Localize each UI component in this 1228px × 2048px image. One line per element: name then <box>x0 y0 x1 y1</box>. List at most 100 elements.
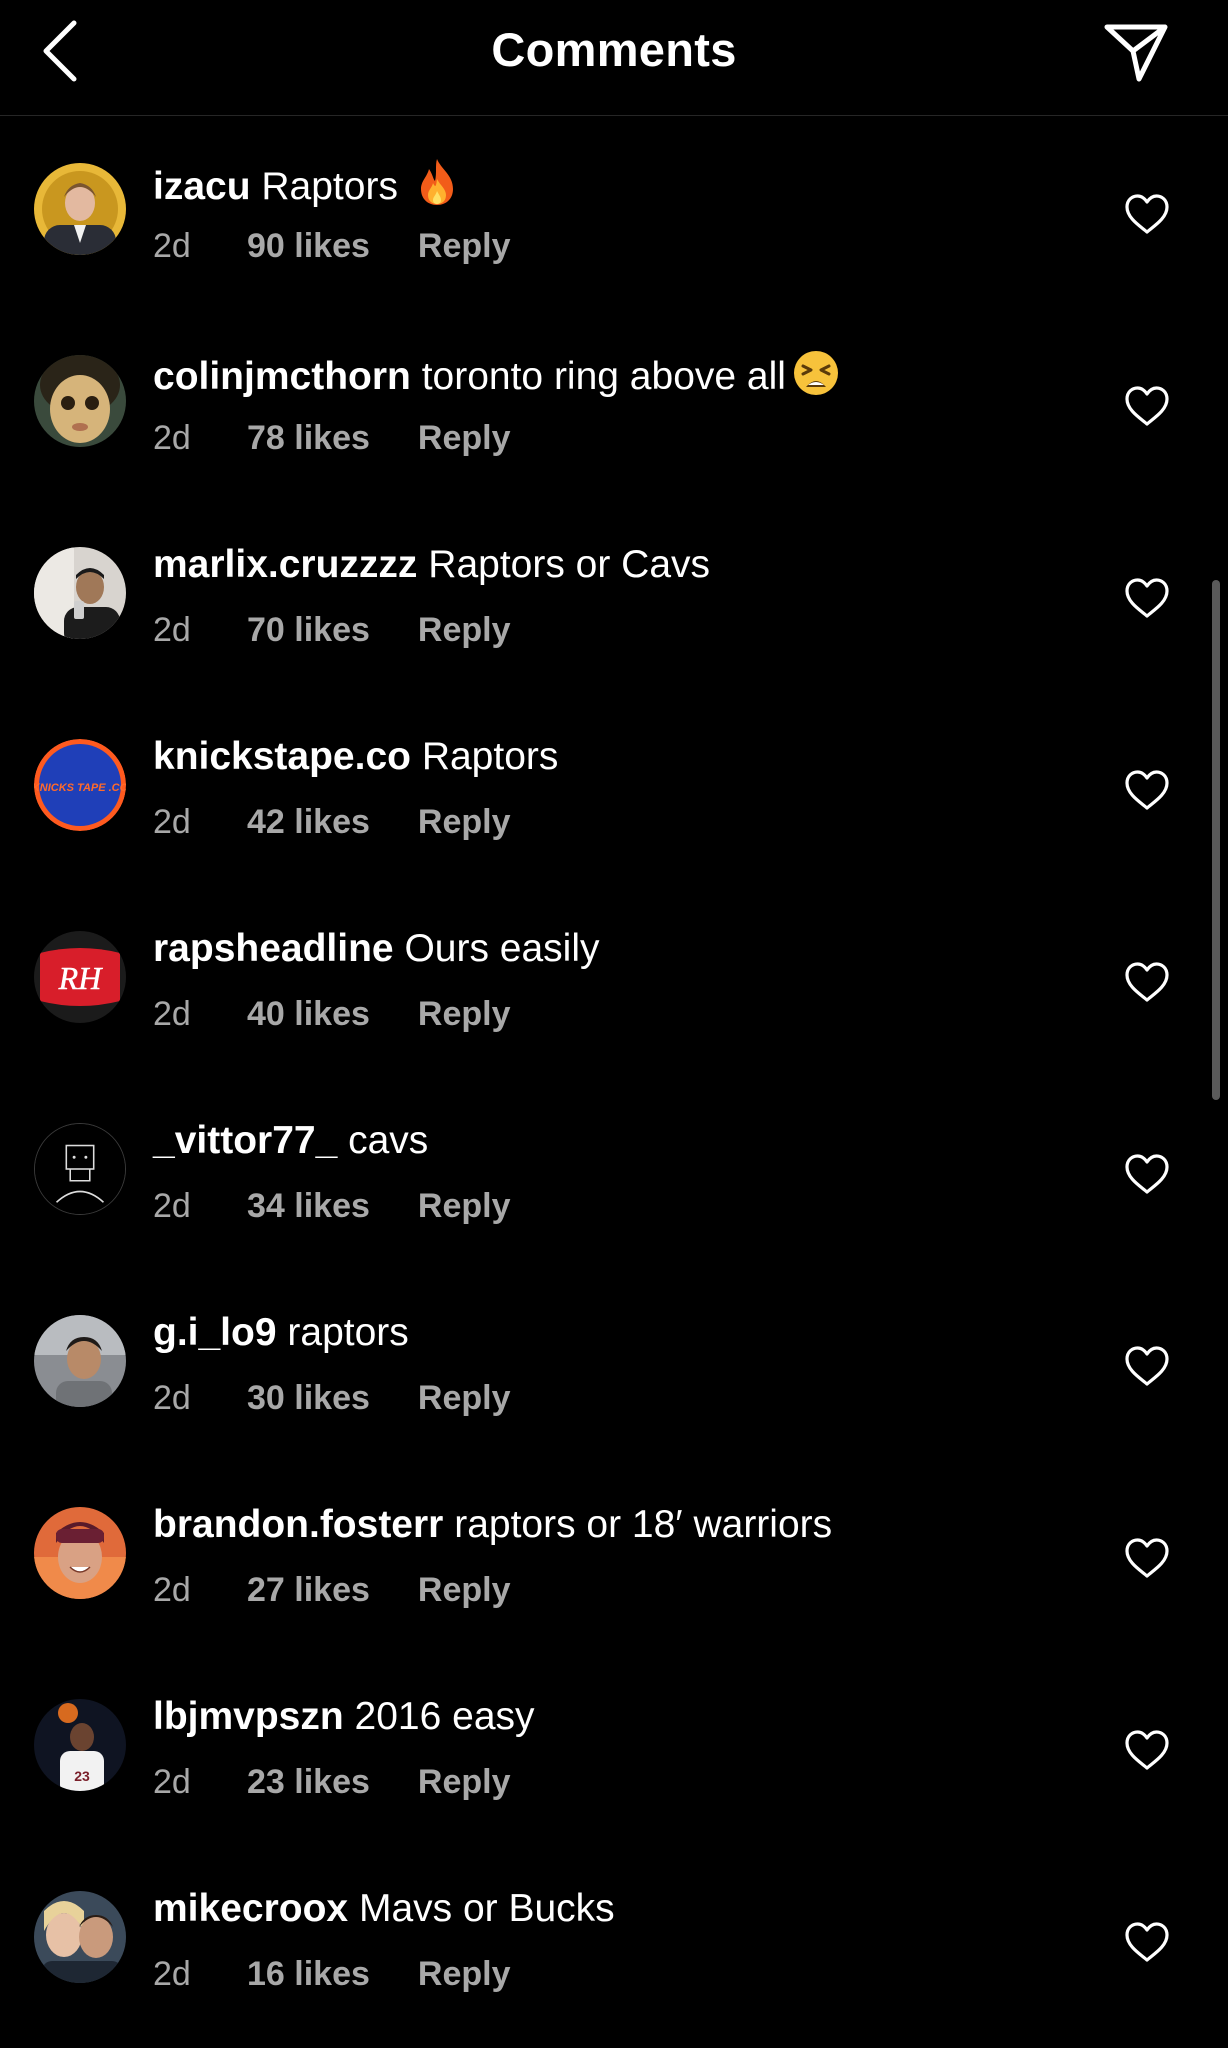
comment-body: raptors <box>287 1311 409 1354</box>
avatar[interactable]: KNICKS TAPE .CO <box>34 739 126 831</box>
reply-button[interactable]: Reply <box>418 994 511 1034</box>
avatar[interactable]: 23 <box>34 1699 126 1791</box>
comment-meta: 2d 42 likes Reply <box>153 802 510 842</box>
comment-username[interactable]: marlix.cruzzzz <box>153 543 417 586</box>
comment-likes[interactable]: 78 likes <box>247 418 370 458</box>
comment-time: 2d <box>153 1379 191 1417</box>
avatar-jersey-number: 23 <box>74 1768 90 1784</box>
comment-likes[interactable]: 27 likes <box>247 1570 370 1610</box>
heart-icon[interactable] <box>1124 1729 1170 1771</box>
avatar[interactable] <box>34 1507 126 1599</box>
comment-row: KNICKS TAPE .CO knickstape.co Raptors 2d… <box>0 692 1228 884</box>
heart-icon[interactable] <box>1124 769 1170 811</box>
reply-button[interactable]: Reply <box>418 802 511 842</box>
comment-row: izacu Raptors 2d 90 likes Reply <box>0 116 1228 308</box>
comment-meta: 2d 27 likes Reply <box>153 1570 510 1610</box>
comment-time: 2d <box>153 995 191 1033</box>
reply-button[interactable]: Reply <box>418 1378 511 1418</box>
heart-icon[interactable] <box>1124 577 1170 619</box>
comment-username[interactable]: knickstape.co <box>153 735 411 778</box>
comment-meta: 2d 78 likes Reply <box>153 418 510 458</box>
avatar[interactable]: RH <box>34 931 126 1023</box>
comment-meta: 2d 23 likes Reply <box>153 1762 510 1802</box>
comment-meta: 2d 40 likes Reply <box>153 994 510 1034</box>
heart-icon[interactable] <box>1124 193 1170 235</box>
avatar-logo-text: KNICKS TAPE .CO <box>34 782 126 794</box>
heart-icon[interactable] <box>1124 1921 1170 1963</box>
comment-body: Raptors <box>421 735 559 778</box>
comment-text: mikecroox Mavs or Bucks <box>153 1885 615 1933</box>
heart-icon[interactable] <box>1124 1537 1170 1579</box>
avatar[interactable] <box>34 1315 126 1407</box>
comment-time: 2d <box>153 1187 191 1225</box>
reply-button[interactable]: Reply <box>418 418 511 458</box>
reply-button[interactable]: Reply <box>418 1762 511 1802</box>
comment-likes[interactable]: 34 likes <box>247 1186 370 1226</box>
avatar[interactable] <box>34 1123 126 1215</box>
comment-time: 2d <box>153 803 191 841</box>
comment-likes[interactable]: 42 likes <box>247 802 370 842</box>
comment-username[interactable]: brandon.fosterr <box>153 1503 443 1546</box>
comment-likes[interactable]: 23 likes <box>247 1762 370 1802</box>
reply-button[interactable]: Reply <box>418 226 511 266</box>
share-button[interactable] <box>1100 18 1172 86</box>
avatar[interactable] <box>34 163 126 255</box>
heart-icon[interactable] <box>1124 1153 1170 1195</box>
comment-meta: 2d 30 likes Reply <box>153 1378 510 1418</box>
comment-username[interactable]: rapsheadline <box>153 927 394 970</box>
comment-likes[interactable]: 30 likes <box>247 1378 370 1418</box>
reply-button[interactable]: Reply <box>418 1186 511 1226</box>
comment-time: 2d <box>153 227 191 265</box>
comment-text: brandon.fosterr raptors or 18′ warriors <box>153 1501 832 1549</box>
avatar[interactable] <box>34 547 126 639</box>
comment-text: lbjmvpszn 2016 easy <box>153 1693 535 1741</box>
heart-icon[interactable] <box>1124 961 1170 1003</box>
comment-likes[interactable]: 70 likes <box>247 610 370 650</box>
scrollbar[interactable] <box>1212 580 1220 1100</box>
comment-text: izacu Raptors <box>153 157 459 219</box>
comment-text: g.i_lo9 raptors <box>153 1309 409 1357</box>
avatar-logo-text: RH <box>58 960 104 996</box>
comment-meta: 2d 90 likes Reply <box>153 226 510 266</box>
comment-body: toronto ring above all <box>421 355 786 398</box>
comment-text: _vittor77_ cavs <box>153 1117 428 1165</box>
reply-button[interactable]: Reply <box>418 1570 511 1610</box>
comment-time: 2d <box>153 611 191 649</box>
comment-row: colinjmcthorn toronto ring above all 2d 7… <box>0 308 1228 500</box>
comment-row: 23 lbjmvpszn 2016 easy 2d 23 likes Reply <box>0 1652 1228 1844</box>
comment-time: 2d <box>153 1763 191 1801</box>
comment-text: colinjmcthorn toronto ring above all <box>153 349 840 409</box>
comment-row: brandon.fosterr raptors or 18′ warriors … <box>0 1460 1228 1652</box>
comment-likes[interactable]: 40 likes <box>247 994 370 1034</box>
heart-icon[interactable] <box>1124 385 1170 427</box>
tired-face-emoji-icon <box>792 349 840 409</box>
avatar[interactable] <box>34 355 126 447</box>
comment-row: mikecroox Mavs or Bucks 2d 16 likes Reply <box>0 1844 1228 2036</box>
comment-time: 2d <box>153 419 191 457</box>
comment-row: marlix.cruzzzz Raptors or Cavs 2d 70 like… <box>0 500 1228 692</box>
top-bar: Comments <box>0 0 1228 116</box>
comment-row: _vittor77_ cavs 2d 34 likes Reply <box>0 1076 1228 1268</box>
paper-plane-icon <box>1104 24 1168 82</box>
comment-text: marlix.cruzzzz Raptors or Cavs <box>153 541 710 589</box>
comment-username[interactable]: izacu <box>153 165 251 208</box>
avatar[interactable] <box>34 1891 126 1983</box>
comment-meta: 2d 34 likes Reply <box>153 1186 510 1226</box>
comment-body: 2016 easy <box>354 1695 535 1738</box>
comment-body: raptors or 18′ warriors <box>454 1503 833 1546</box>
comment-body: Raptors or Cavs <box>428 543 711 586</box>
comment-username[interactable]: colinjmcthorn <box>153 355 411 398</box>
reply-button[interactable]: Reply <box>418 610 511 650</box>
comment-username[interactable]: g.i_lo9 <box>153 1311 277 1354</box>
comment-row: RH rapsheadline Ours easily 2d 40 likes Re… <box>0 884 1228 1076</box>
comment-likes[interactable]: 90 likes <box>247 226 370 266</box>
comment-username[interactable]: lbjmvpszn <box>153 1695 344 1738</box>
comment-body: cavs <box>348 1119 429 1162</box>
reply-button[interactable]: Reply <box>418 1954 511 1994</box>
comment-likes[interactable]: 16 likes <box>247 1954 370 1994</box>
comment-username[interactable]: mikecroox <box>153 1887 348 1930</box>
heart-icon[interactable] <box>1124 1345 1170 1387</box>
comment-body: Raptors <box>261 165 398 208</box>
comment-meta: 2d 70 likes Reply <box>153 610 510 650</box>
comment-username[interactable]: _vittor77_ <box>153 1119 337 1162</box>
